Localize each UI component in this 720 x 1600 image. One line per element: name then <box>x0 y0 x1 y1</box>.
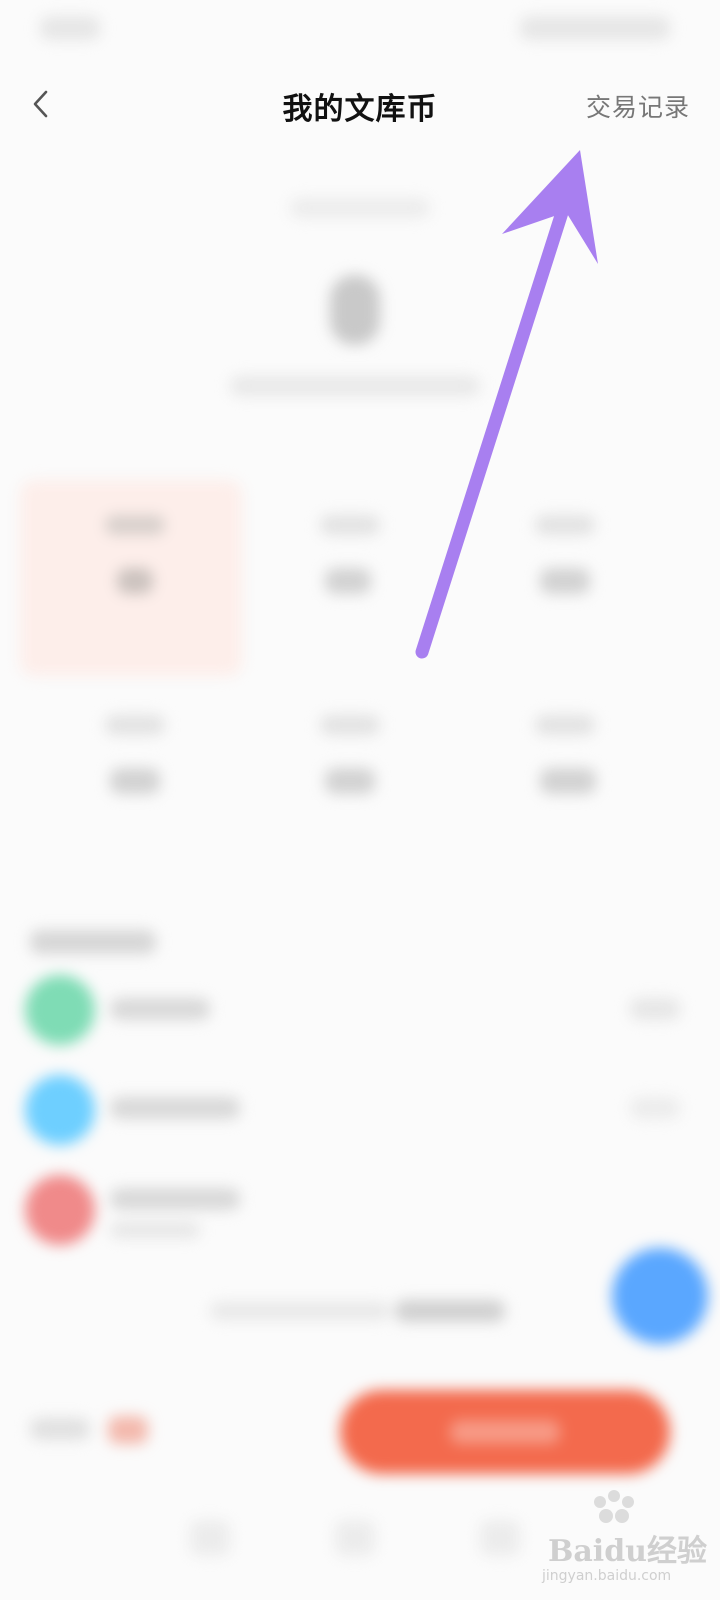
package-card-text <box>320 515 380 535</box>
section-heading <box>30 930 156 954</box>
package-card-text <box>540 568 590 594</box>
list-item-text <box>110 998 210 1020</box>
package-card-text <box>105 715 165 735</box>
package-card-text <box>540 768 596 794</box>
agreement-link[interactable] <box>395 1300 505 1322</box>
agreement-text <box>210 1302 390 1320</box>
total-price <box>108 1416 148 1444</box>
tab-item[interactable] <box>480 1520 520 1556</box>
balance-label <box>290 198 430 218</box>
package-card-text <box>535 515 595 535</box>
blurred-content <box>0 0 720 1600</box>
watermark-url: jingyan.baidu.com <box>542 1568 672 1584</box>
balance-note <box>230 376 480 396</box>
pay-button-text <box>450 1420 560 1444</box>
total-label <box>30 1418 90 1440</box>
watermark-brand: Baidu经验 <box>548 1534 707 1569</box>
package-card-text <box>105 515 165 535</box>
status-icons <box>520 16 670 40</box>
status-time <box>40 16 100 40</box>
list-item-subtext <box>110 1222 200 1238</box>
trade-record-link[interactable]: 交易记录 <box>586 88 690 124</box>
package-card-text <box>535 715 595 735</box>
tab-item[interactable] <box>190 1520 230 1556</box>
list-item-text <box>110 1188 240 1210</box>
balance-value <box>330 275 380 345</box>
list-icon-red <box>25 1175 95 1245</box>
list-icon-blue <box>25 1075 95 1145</box>
floating-service-button[interactable] <box>612 1248 708 1344</box>
list-item-action[interactable] <box>630 1097 680 1119</box>
package-card-text <box>110 768 160 794</box>
package-card-text <box>320 715 380 735</box>
list-item-action[interactable] <box>630 998 680 1020</box>
list-icon-green <box>25 975 95 1045</box>
package-card-text <box>325 568 371 594</box>
package-card-text <box>325 768 375 794</box>
top-nav-bar: 我的文库币 交易记录 <box>0 62 720 148</box>
tab-item[interactable] <box>335 1520 375 1556</box>
list-item-text <box>110 1097 240 1119</box>
package-card-text <box>117 568 153 594</box>
